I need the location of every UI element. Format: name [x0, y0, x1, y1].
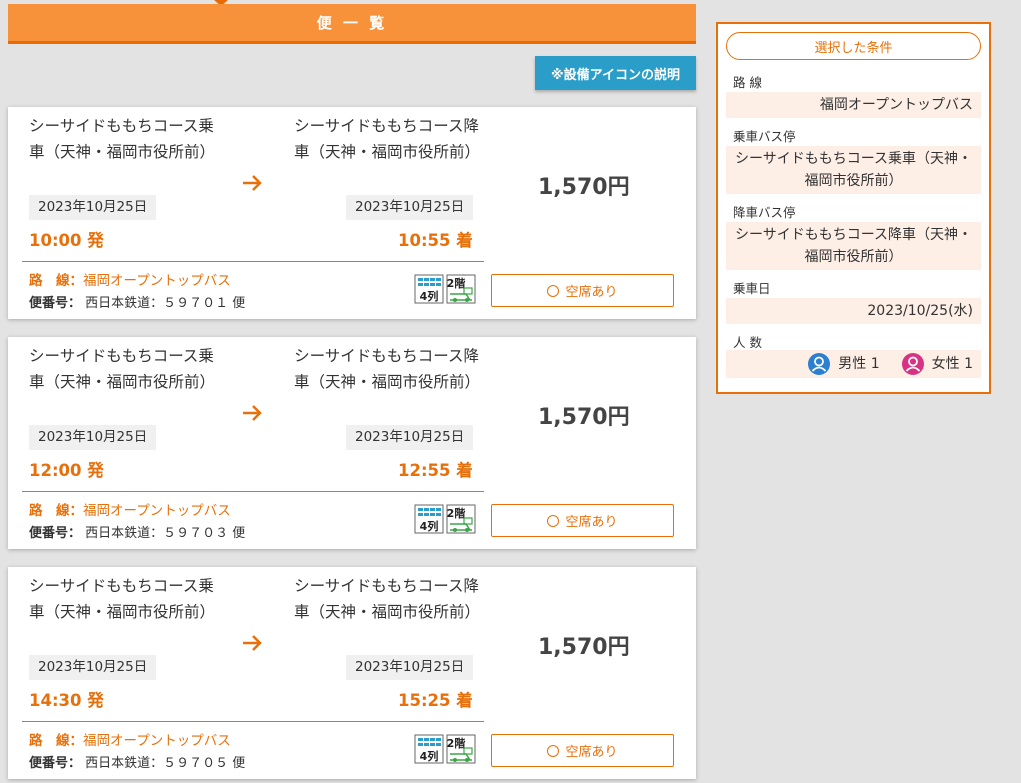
conditions-title-text: 選択した条件 — [814, 40, 893, 56]
flight-number: 西日本鉄道：５９７０１ 便 — [85, 296, 246, 311]
departure-date: 2023年10月25日 — [29, 195, 157, 220]
card-divider — [22, 721, 484, 722]
flight-info: 便番号： 西日本鉄道：５９７０３ 便 — [29, 522, 245, 541]
arrival-date: 2023年10月25日 — [346, 195, 474, 220]
female-person-icon — [901, 353, 924, 375]
seat-status: 空席あり — [565, 515, 618, 530]
flight-label: 便番号： — [29, 296, 82, 311]
seat-rows-icon: 4列 — [414, 734, 444, 764]
page-title: 便 一 覧 — [8, 4, 696, 44]
departure-stop: シーサイドももちコース乗車（天神・福岡市役所前） — [29, 347, 216, 391]
departure-stop: シーサイドももちコース乗車（天神・福岡市役所前） — [29, 577, 216, 621]
flight-label: 便番号： — [29, 526, 82, 541]
card-divider — [22, 261, 484, 262]
arrow-right-icon — [243, 405, 262, 421]
departure-stop: シーサイドももちコース乗車（天神・福岡市役所前） — [29, 117, 216, 161]
selected-conditions-panel: 選択した条件 路 線 福岡オープントップバス 乗車バス停 シーサイドももちコース… — [716, 22, 991, 394]
passengers-label: 人 数 — [733, 335, 762, 350]
ride-date-label: 乗車日 — [733, 281, 771, 296]
arrival-date: 2023年10月25日 — [346, 425, 474, 450]
seat-rows-icon: 4列 — [414, 504, 444, 534]
arrival-time: 15:25 着 — [398, 691, 473, 710]
select-seat-button[interactable]: 空席あり — [491, 734, 674, 767]
route-info: 路 線：福岡オープントップバス — [29, 269, 231, 289]
male-person-icon — [808, 353, 831, 375]
available-icon — [547, 744, 560, 757]
fare-price: 1,570円 — [538, 635, 630, 660]
conditions-title: 選択した条件 — [726, 32, 981, 60]
page-title-text: 便 一 覧 — [316, 14, 388, 32]
board-stop-value: シーサイドももちコース乗車（天神・福岡市役所前） — [726, 146, 981, 194]
fare-price: 1,570円 — [538, 175, 630, 200]
female-count: 女性 1 — [901, 353, 973, 375]
route-name: 福岡オープントップバス — [83, 733, 231, 749]
trip-card: シーサイドももちコース乗車（天神・福岡市役所前） シーサイドももちコース降車（天… — [8, 337, 696, 549]
arrival-time: 10:55 着 — [398, 231, 473, 250]
svg-text:4列: 4列 — [420, 289, 439, 303]
departure-time: 10:00 発 — [29, 231, 104, 250]
ride-date-value: 2023/10/25(水) — [726, 298, 981, 324]
available-icon — [547, 284, 560, 297]
route-name: 福岡オープントップバス — [83, 273, 231, 289]
male-count: 男性 1 — [808, 353, 880, 375]
route-condition-label: 路 線 — [733, 75, 762, 90]
route-condition-value: 福岡オープントップバス — [726, 92, 981, 118]
svg-text:4列: 4列 — [420, 519, 439, 533]
departure-time: 14:30 発 — [29, 691, 104, 710]
double-decker-icon: 2階 — [446, 504, 476, 534]
route-label: 路 線： — [29, 733, 83, 749]
trip-card: シーサイドももちコース乗車（天神・福岡市役所前） シーサイドももちコース降車（天… — [8, 567, 696, 779]
arrival-date: 2023年10月25日 — [346, 655, 474, 680]
flight-number: 西日本鉄道：５９７０３ 便 — [85, 526, 246, 541]
alight-stop-label: 降車バス停 — [733, 205, 796, 220]
svg-text:4列: 4列 — [420, 749, 439, 763]
alight-stop-value: シーサイドももちコース降車（天神・福岡市役所前） — [726, 222, 981, 270]
arrival-stop: シーサイドももちコース降車（天神・福岡市役所前） — [294, 347, 481, 391]
seat-rows-icon: 4列 — [414, 274, 444, 304]
arrival-stop: シーサイドももちコース降車（天神・福岡市役所前） — [294, 117, 481, 161]
double-decker-icon: 2階 — [446, 274, 476, 304]
flight-label: 便番号： — [29, 756, 82, 771]
board-stop-label: 乗車バス停 — [733, 129, 796, 144]
fare-price: 1,570円 — [538, 405, 630, 430]
select-seat-button[interactable]: 空席あり — [491, 504, 674, 537]
male-count-text: 男性 1 — [838, 356, 880, 372]
flight-info: 便番号： 西日本鉄道：５９７０１ 便 — [29, 292, 245, 311]
departure-date: 2023年10月25日 — [29, 425, 157, 450]
arrival-stop: シーサイドももちコース降車（天神・福岡市役所前） — [294, 577, 481, 621]
seat-status: 空席あり — [565, 285, 618, 300]
svg-text:2階: 2階 — [447, 736, 466, 750]
passengers-value: 男性 1 女性 1 — [726, 350, 981, 378]
arrow-right-icon — [243, 635, 262, 651]
seat-status: 空席あり — [565, 745, 618, 760]
facility-legend-button[interactable]: ※設備アイコンの説明 — [535, 56, 696, 90]
route-info: 路 線：福岡オープントップバス — [29, 729, 231, 749]
svg-text:2階: 2階 — [447, 276, 466, 290]
route-label: 路 線： — [29, 273, 83, 289]
flight-number: 西日本鉄道：５９７０５ 便 — [85, 756, 246, 771]
trip-card: シーサイドももちコース乗車（天神・福岡市役所前） シーサイドももちコース降車（天… — [8, 107, 696, 319]
flight-info: 便番号： 西日本鉄道：５９７０５ 便 — [29, 752, 245, 771]
double-decker-icon: 2階 — [446, 734, 476, 764]
route-label: 路 線： — [29, 503, 83, 519]
route-name: 福岡オープントップバス — [83, 503, 231, 519]
arrow-right-icon — [243, 175, 262, 191]
female-count-text: 女性 1 — [931, 356, 973, 372]
departure-time: 12:00 発 — [29, 461, 104, 480]
card-divider — [22, 491, 484, 492]
route-info: 路 線：福岡オープントップバス — [29, 499, 231, 519]
facility-legend-label: ※設備アイコンの説明 — [551, 67, 680, 83]
arrival-time: 12:55 着 — [398, 461, 473, 480]
available-icon — [547, 514, 560, 527]
departure-date: 2023年10月25日 — [29, 655, 157, 680]
svg-text:2階: 2階 — [447, 506, 466, 520]
select-seat-button[interactable]: 空席あり — [491, 274, 674, 307]
